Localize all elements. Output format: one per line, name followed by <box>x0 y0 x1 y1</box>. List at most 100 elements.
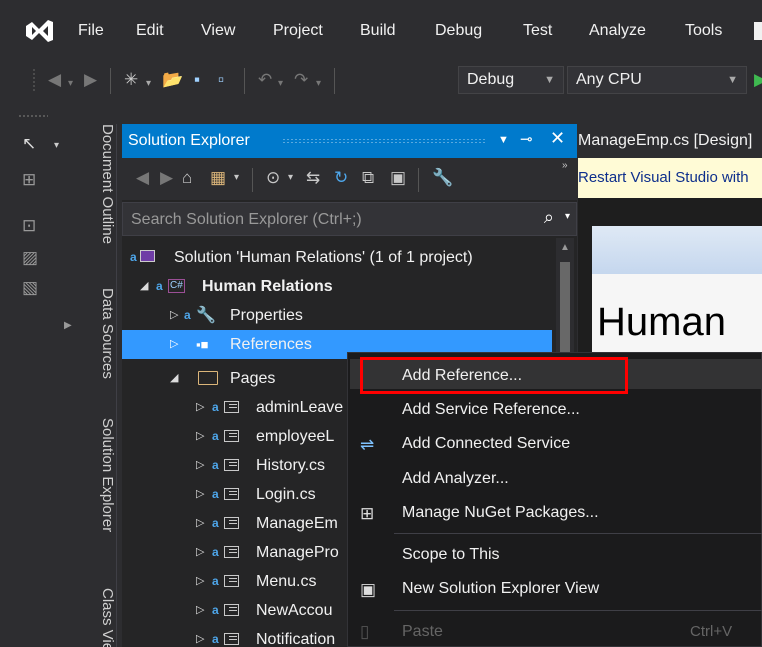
expanded-triangle-icon[interactable]: ◢ <box>170 364 178 393</box>
menu-item-manage-nuget[interactable]: Manage NuGet Packages... <box>402 504 599 522</box>
collapsed-triangle-icon[interactable]: ▷ <box>196 567 204 596</box>
collapsed-triangle-icon[interactable]: ▷ <box>196 480 204 509</box>
lock-icon: a <box>212 458 219 472</box>
collapsed-triangle-icon[interactable]: ▷ <box>196 393 204 422</box>
menu-project[interactable]: Project <box>273 22 323 40</box>
solution-explorer-search[interactable]: ⌕ ▾ <box>122 202 577 236</box>
menu-item-add-analyzer[interactable]: Add Analyzer... <box>402 470 509 488</box>
forward-icon[interactable]: ▶ <box>160 168 173 188</box>
tool-icon[interactable]: ▨ <box>22 248 38 268</box>
infobar-message[interactable]: Restart Visual Studio with <box>578 169 749 186</box>
new-window-icon: ▣ <box>360 580 377 599</box>
designer-heading-label[interactable]: Human <box>597 300 726 345</box>
window-position-dropdown-icon[interactable]: ▼ <box>498 134 509 146</box>
pointer-icon[interactable]: ↖ <box>22 134 36 154</box>
menu-item-add-connected-service[interactable]: Add Connected Service <box>402 435 570 453</box>
pointer-dropdown-icon[interactable]: ▾ <box>54 140 59 151</box>
form-file-icon <box>224 604 239 616</box>
collapsed-triangle-icon[interactable]: ▷ <box>196 451 204 480</box>
menu-file[interactable]: File <box>78 22 104 40</box>
back-dropdown-icon[interactable]: ▾ <box>68 74 73 94</box>
scroll-up-icon[interactable]: ▲ <box>560 242 570 253</box>
properties-wrench-icon[interactable]: 🔧 <box>432 168 453 188</box>
tree-row-solution[interactable]: a Solution 'Human Relations' (1 of 1 pro… <box>122 243 552 272</box>
strip-grip[interactable] <box>18 114 48 118</box>
tree-row-project[interactable]: ◢ a C# Human Relations <box>122 272 552 301</box>
menu-edit[interactable]: Edit <box>136 22 164 40</box>
lock-icon: a <box>212 574 219 588</box>
undo-icon[interactable]: ↶ <box>258 70 272 90</box>
visual-studio-logo-icon[interactable] <box>24 16 54 46</box>
menu-overflow-item[interactable] <box>754 22 762 40</box>
expanded-triangle-icon[interactable]: ◢ <box>140 272 148 301</box>
toolbar-separator <box>110 68 111 94</box>
overflow-icon[interactable]: » <box>562 160 568 171</box>
filter-dropdown-icon[interactable]: ▾ <box>288 172 293 183</box>
collapsed-triangle-icon[interactable]: ▷ <box>170 301 178 330</box>
tool-icon[interactable]: ⊡ <box>22 216 36 236</box>
search-options-dropdown-icon[interactable]: ▾ <box>565 211 570 222</box>
search-input[interactable] <box>129 208 523 232</box>
lock-icon: a <box>212 429 219 443</box>
tab-document-outline[interactable]: Document Outline <box>90 124 116 264</box>
forward-icon[interactable]: ▶ <box>84 70 97 90</box>
switch-views-dropdown-icon[interactable]: ▾ <box>234 172 239 183</box>
menu-view[interactable]: View <box>201 22 235 40</box>
menu-item-new-solution-explorer-view[interactable]: New Solution Explorer View <box>402 580 599 598</box>
menu-item-add-service-reference[interactable]: Add Service Reference... <box>402 401 580 419</box>
collapsed-triangle-icon[interactable]: ▷ <box>196 509 204 538</box>
tool-icon[interactable]: ⊞ <box>22 170 36 190</box>
title-grip <box>282 138 487 144</box>
platform-dropdown[interactable]: Any CPU ▼ <box>567 66 747 94</box>
solution-explorer-titlebar[interactable]: Solution Explorer ▼ ⊸ ✕ <box>122 124 577 158</box>
search-icon[interactable]: ⌕ <box>544 207 554 228</box>
home-icon[interactable]: ⌂ <box>182 168 192 188</box>
save-all-icon[interactable]: ▫ <box>218 70 224 90</box>
menu-item-paste[interactable]: Paste <box>402 623 443 641</box>
editor-tab-managemp-design[interactable]: ManageEmp.cs [Design] <box>578 124 762 158</box>
collapsed-triangle-icon[interactable]: ▷ <box>196 596 204 625</box>
tab-solution-explorer[interactable]: Solution Explorer <box>90 418 116 578</box>
undo-dropdown-icon[interactable]: ▾ <box>278 74 283 94</box>
chevron-down-icon: ▼ <box>544 74 555 86</box>
switch-views-icon[interactable]: ▦ <box>210 168 226 188</box>
collapsed-triangle-icon[interactable]: ▷ <box>170 330 178 359</box>
refresh-icon[interactable]: ↻ <box>334 168 348 188</box>
collapsed-triangle-icon[interactable]: ▷ <box>196 625 204 647</box>
back-icon[interactable]: ◀ <box>136 168 149 188</box>
menu-build[interactable]: Build <box>360 22 396 40</box>
pending-changes-filter-icon[interactable]: ⊙ <box>266 168 280 188</box>
open-folder-icon[interactable]: 📂 <box>162 70 183 90</box>
tab-data-sources[interactable]: Data Sources <box>90 288 116 398</box>
menu-analyze[interactable]: Analyze <box>589 22 646 40</box>
menu-debug[interactable]: Debug <box>435 22 482 40</box>
menu-separator <box>394 610 762 611</box>
tree-row-properties[interactable]: ▷ a 🔧 Properties <box>122 301 552 330</box>
new-project-icon[interactable]: ✳ <box>124 70 138 90</box>
sync-icon[interactable]: ⇆ <box>306 168 320 188</box>
lock-icon: a <box>212 487 219 501</box>
menu-item-scope-to-this[interactable]: Scope to This <box>402 546 500 564</box>
close-icon[interactable]: ✕ <box>550 128 565 149</box>
start-icon[interactable]: ▶ <box>754 70 762 90</box>
menu-tools[interactable]: Tools <box>685 22 722 40</box>
toolbar-separator <box>334 68 335 94</box>
toolbar-grip[interactable] <box>32 68 36 92</box>
configuration-dropdown[interactable]: Debug ▼ <box>458 66 564 94</box>
redo-dropdown-icon[interactable]: ▾ <box>316 74 321 94</box>
pin-icon[interactable]: ⊸ <box>520 130 533 148</box>
back-icon[interactable]: ◀ <box>48 70 61 90</box>
collapsed-triangle-icon[interactable]: ▷ <box>196 422 204 451</box>
expand-icon[interactable]: ▶ <box>64 320 72 331</box>
redo-icon[interactable]: ↷ <box>294 70 308 90</box>
save-icon[interactable]: ▪ <box>194 70 200 90</box>
form-file-icon <box>224 546 239 558</box>
lock-icon: a <box>184 308 191 322</box>
collapse-all-icon[interactable]: ⧉ <box>362 168 374 188</box>
menu-test[interactable]: Test <box>523 22 552 40</box>
collapsed-triangle-icon[interactable]: ▷ <box>196 538 204 567</box>
show-all-files-icon[interactable]: ▣ <box>390 168 406 188</box>
tab-class-view[interactable]: Class View <box>90 588 116 647</box>
tool-icon[interactable]: ▧ <box>22 278 38 298</box>
new-project-dropdown-icon[interactable]: ▾ <box>146 74 151 94</box>
